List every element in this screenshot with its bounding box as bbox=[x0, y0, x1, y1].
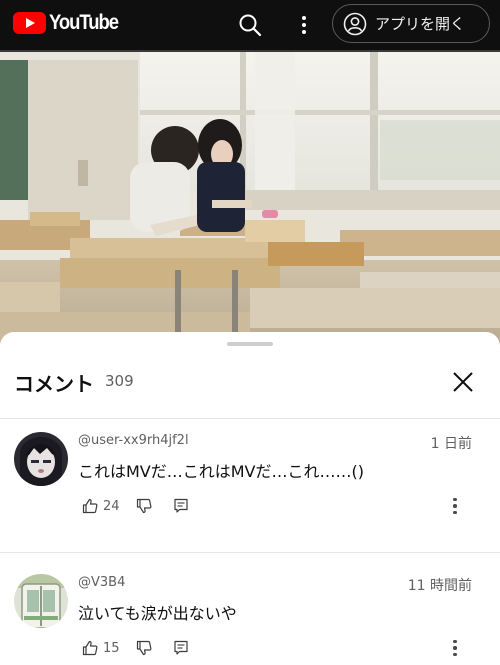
top-app-bar: YouTube アプリを開く bbox=[0, 0, 500, 50]
avatar[interactable] bbox=[14, 432, 68, 486]
like-count: 24 bbox=[103, 498, 120, 514]
comment-menu-button[interactable] bbox=[452, 496, 458, 516]
thumb-down-icon bbox=[136, 498, 151, 514]
more-vert-icon bbox=[453, 497, 457, 502]
more-options-button[interactable] bbox=[292, 11, 316, 39]
close-icon bbox=[453, 372, 473, 392]
comment-author[interactable]: @V3B4 bbox=[78, 575, 125, 590]
search-icon bbox=[239, 14, 262, 37]
thumb-down-icon bbox=[136, 640, 151, 656]
comments-header: コメント 309 bbox=[0, 346, 500, 418]
comment-item: @user-xx9rh4jf2l 1 日前 これはMVだ…これはMVだ…これ……… bbox=[0, 422, 500, 552]
comment-divider bbox=[0, 552, 500, 553]
logo-text: YouTube bbox=[49, 11, 119, 34]
comment-item: @V3B4 11 時間前 泣いても涙が出ないや 15 bbox=[0, 564, 500, 665]
open-app-label: アプリを開く bbox=[375, 15, 466, 33]
header-divider bbox=[0, 418, 500, 419]
thumb-up-icon bbox=[82, 498, 98, 514]
comment-menu-button[interactable] bbox=[452, 638, 458, 658]
youtube-play-icon bbox=[13, 12, 46, 34]
comments-count: 309 bbox=[105, 372, 134, 390]
like-button[interactable]: 15 bbox=[82, 640, 120, 656]
video-player[interactable] bbox=[0, 50, 500, 350]
youtube-logo[interactable]: YouTube bbox=[13, 11, 127, 35]
comment-author[interactable]: @user-xx9rh4jf2l bbox=[78, 433, 189, 448]
comments-title: コメント bbox=[14, 372, 94, 396]
search-button[interactable] bbox=[236, 11, 264, 39]
comments-sheet: コメント 309 @user-xx9rh4jf2l 1 日前 これはMVだ…これ… bbox=[0, 332, 500, 665]
like-button[interactable]: 24 bbox=[82, 498, 120, 514]
more-vert-icon bbox=[302, 16, 306, 20]
comment-text: これはMVだ…これはMVだ…これ……() bbox=[78, 462, 364, 481]
comment-actions: 24 bbox=[82, 496, 189, 516]
like-count: 15 bbox=[103, 640, 120, 656]
thumb-up-icon bbox=[82, 640, 98, 656]
comment-time: 11 時間前 bbox=[407, 578, 472, 594]
close-button[interactable] bbox=[449, 368, 477, 396]
comment-actions: 15 bbox=[82, 638, 189, 658]
account-circle-icon bbox=[343, 12, 367, 35]
comment-time: 1 日前 bbox=[430, 436, 472, 452]
dislike-button[interactable] bbox=[136, 498, 152, 514]
reply-icon bbox=[173, 640, 188, 655]
open-app-button[interactable]: アプリを開く bbox=[332, 4, 490, 43]
reply-icon bbox=[173, 498, 188, 513]
reply-button[interactable] bbox=[173, 498, 189, 514]
more-vert-icon bbox=[453, 639, 457, 644]
comment-text: 泣いても涙が出ないや bbox=[78, 604, 237, 623]
reply-button[interactable] bbox=[173, 640, 189, 656]
dislike-button[interactable] bbox=[136, 640, 152, 656]
avatar[interactable] bbox=[14, 574, 68, 628]
video-frame bbox=[0, 52, 500, 350]
video-top-border bbox=[0, 50, 500, 52]
